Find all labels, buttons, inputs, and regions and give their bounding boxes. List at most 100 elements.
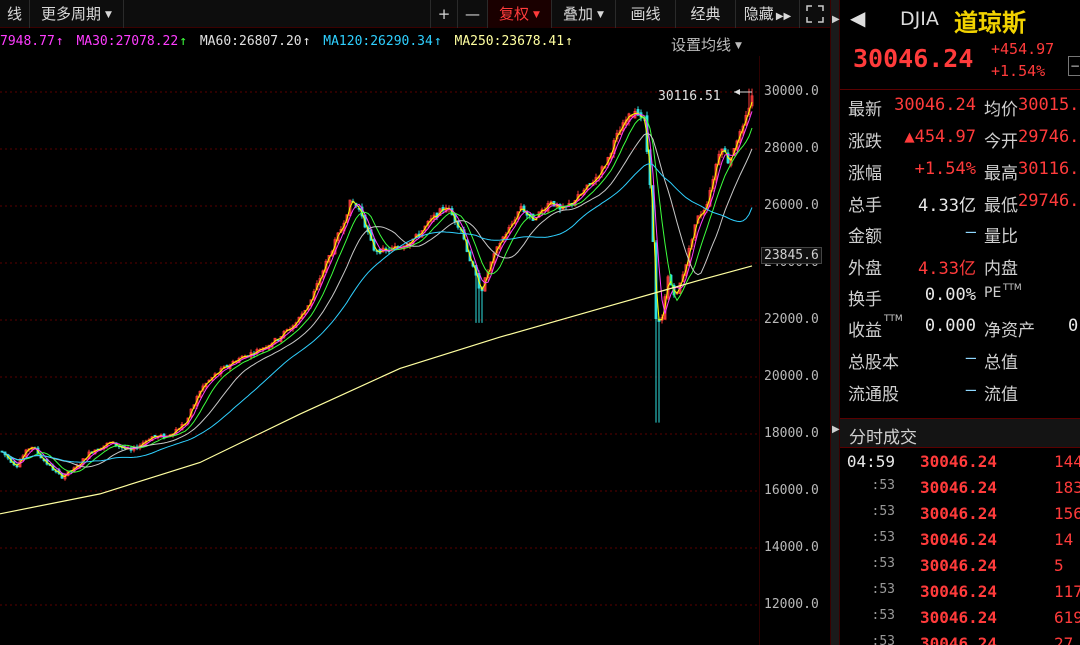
expand-panel-button[interactable]: − (1068, 56, 1080, 76)
ma250-value: MA250:23678.41 (454, 34, 565, 49)
fullscreen-button[interactable] (800, 0, 830, 28)
quote-value: 30015. (1018, 95, 1080, 115)
quote-row: 外盘 4.33亿 内盘 (840, 254, 1080, 286)
ma-lines-layer (0, 101, 753, 515)
quote-value: 4.33亿 (918, 259, 976, 279)
quote-label: 最新 (848, 100, 882, 120)
quote-row: 流通股 — 流值 (840, 380, 1080, 412)
zoom-in-button[interactable]: + (430, 0, 458, 28)
quote-label: 最低 (984, 196, 1018, 216)
ma60-value: MA60:26807.20 (199, 34, 302, 49)
price-axis-tick: 30000.0 (764, 84, 819, 99)
quote-value: 4.33亿 (918, 196, 976, 216)
quote-value: ▲454.97 (904, 127, 976, 147)
tick-price: 30046.24 (920, 608, 998, 627)
period-button[interactable]: 线 (0, 0, 30, 28)
tick-time: :53 (871, 556, 895, 571)
tick-volume: 5 (1054, 556, 1064, 575)
tick-row: 04:59 30046.24 144 (840, 452, 1080, 478)
quote-row: 最新 30046.24 均价 30015. (840, 95, 1080, 127)
quote-label: PE (984, 285, 1002, 301)
tick-row: :53 30046.24 5 (840, 556, 1080, 582)
tick-price: 30046.24 (920, 634, 998, 645)
period-label: 线 (6, 5, 22, 23)
price-axis-tick: 20000.0 (764, 369, 819, 384)
quote-label: 金额 (848, 227, 882, 247)
tick-volume: 27 (1054, 634, 1074, 645)
ma60-line (1, 132, 753, 468)
overlay-label: 叠加 (563, 5, 594, 23)
tick-time: :53 (871, 634, 895, 645)
quote-panel: ◀ DJIA 道琼斯 30046.24 +454.97 +1.54% − 最新 3… (840, 0, 1080, 645)
ma-first-value: 7948.77 (0, 34, 55, 49)
hide-button[interactable]: 隐藏 ▶▶ (736, 0, 800, 28)
quote-label: 量比 (984, 227, 1018, 247)
collapse-left-icon[interactable]: ◀ (850, 6, 865, 30)
more-period-label: 更多周期 (41, 5, 102, 23)
ma250-line (0, 265, 753, 515)
tick-row: :53 30046.24 27 (840, 634, 1080, 645)
tick-time: :53 (871, 582, 895, 597)
hide-label: 隐藏 (743, 5, 774, 23)
candlestick-chart[interactable] (0, 56, 760, 645)
quote-label: 内盘 (984, 259, 1018, 279)
tick-volume: 144 (1054, 452, 1080, 471)
tick-row: :53 30046.24 156 (840, 504, 1080, 530)
minus-icon: − (1069, 59, 1080, 73)
right-triangle-icon: ▶ (832, 424, 840, 435)
quote-row: 金额 — 量比 (840, 222, 1080, 254)
quote-label: 涨跌 (848, 132, 882, 152)
classic-label: 经典 (690, 5, 721, 23)
quote-value: — (965, 380, 976, 400)
last-price: 30046.24 (853, 44, 974, 73)
price-axis: 30000.028000.026000.024000.022000.020000… (760, 56, 830, 645)
quote-label: 外盘 (848, 259, 882, 279)
tick-price: 30046.24 (920, 582, 998, 601)
up-arrow-icon: ↑ (55, 34, 64, 49)
ma120-value: MA120:26290.34 (323, 34, 433, 49)
symbol-code: DJIA (900, 8, 939, 30)
chart-toolbar: 线 更多周期 ▼ + — 复权 ▼ 叠加 ▼ 画线 经典 隐藏 ▶▶ (0, 0, 830, 28)
high-price-label: 30116.51 (658, 89, 721, 104)
quote-value: — (965, 348, 976, 368)
tick-volume: 183 (1054, 478, 1080, 497)
quote-row: 涨幅 +1.54% 最高 30116. (840, 159, 1080, 191)
crosshair-price-tag: 23845.6 (761, 247, 822, 264)
panel-splitter[interactable]: ▶ ▶ (830, 0, 840, 645)
candle-body (15, 465, 19, 468)
zoom-out-button[interactable]: — (458, 0, 488, 28)
tick-price: 30046.24 (920, 556, 998, 575)
tick-row: :53 30046.24 183 (840, 478, 1080, 504)
up-arrow-icon: ↑ (179, 34, 188, 49)
draw-line-button[interactable]: 画线 (616, 0, 676, 28)
price-axis-tick: 28000.0 (764, 141, 819, 156)
chevron-down-icon: ▼ (597, 10, 604, 20)
chevron-down-icon: ▼ (735, 41, 742, 51)
quote-label: 均价 (984, 100, 1018, 120)
tick-time: :53 (871, 530, 895, 545)
quote-row: 涨跌 ▲454.97 今开 29746. (840, 127, 1080, 159)
quote-value: +1.54% (914, 159, 976, 179)
quote-label: 总值 (984, 353, 1018, 373)
adjust-label: 复权 (499, 5, 530, 23)
more-period-dropdown[interactable]: 更多周期 ▼ (30, 0, 124, 28)
tick-trades-title: 分时成交 (849, 428, 917, 448)
adjust-dropdown[interactable]: 复权 ▼ (488, 0, 552, 28)
plus-icon: + (437, 5, 451, 23)
quote-label: 流通股 (848, 385, 899, 405)
tick-row: :53 30046.24 117 (840, 582, 1080, 608)
classic-button[interactable]: 经典 (676, 0, 736, 28)
quote-value: 29746. (1018, 191, 1080, 211)
up-arrow-icon: ↑ (565, 34, 573, 49)
ma120-line (1, 163, 753, 463)
tick-trades-header[interactable]: 分时成交 (840, 418, 1080, 448)
overlay-dropdown[interactable]: 叠加 ▼ (552, 0, 616, 28)
tick-row: :53 30046.24 619 (840, 608, 1080, 634)
quote-value: 0.00% (924, 285, 976, 305)
ma-settings-dropdown[interactable]: 设置均线 ▼ (671, 34, 742, 55)
tick-time: :53 (871, 504, 895, 519)
tick-price: 30046.24 (920, 530, 998, 549)
tick-time: :53 (871, 608, 895, 623)
price-axis-tick: 14000.0 (764, 540, 819, 555)
ma30-value: MA30:27078.22 (76, 34, 179, 49)
